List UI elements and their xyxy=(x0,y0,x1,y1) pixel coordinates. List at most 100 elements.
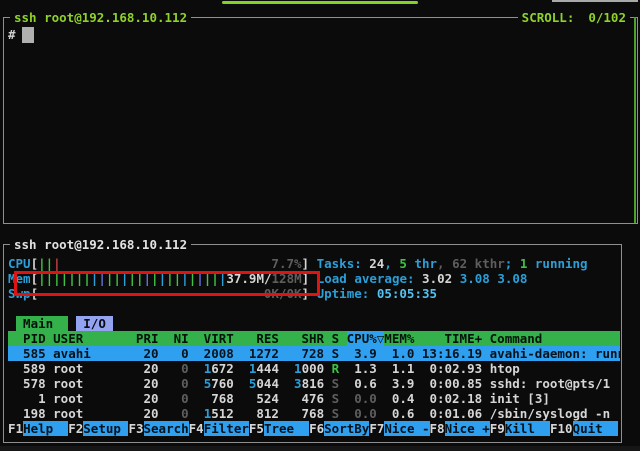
text-segment: 3 xyxy=(294,376,302,391)
fkey-setup-button[interactable]: Setup xyxy=(83,421,128,436)
text-segment: running xyxy=(527,256,587,271)
cpu-meter-label: CPU xyxy=(8,256,31,271)
text-segment xyxy=(61,256,272,271)
screen-tabs: Main I/O xyxy=(8,316,620,331)
kernel-thread-count: , 62 kthr xyxy=(437,256,505,271)
scroll-label: SCROLL: xyxy=(522,10,575,25)
text-segment: 0.0 xyxy=(354,391,377,406)
text-segment: 512 812 768 xyxy=(211,406,331,421)
text-segment: 1.3 1.1 0:02.93 htop xyxy=(339,361,520,376)
fkey-kill-button[interactable]: Kill xyxy=(505,421,550,436)
column-headers-right: MEM% TIME+ Command xyxy=(384,331,542,346)
fkey-filter-button[interactable]: Filter xyxy=(204,421,249,436)
text-segment: 760 xyxy=(211,376,249,391)
load-5-15min: 3.08 3.08 xyxy=(460,271,528,286)
cpu-meter-row: CPU[||| 7.7%] Tasks: 24, 5 thr, 62 kthr;… xyxy=(8,256,620,271)
bottom-pane-title: ssh root@192.168.10.112 xyxy=(10,237,191,252)
text-segment xyxy=(189,361,204,376)
fkey-f5[interactable]: F5 xyxy=(249,421,264,436)
top-window-edge-green xyxy=(222,1,418,4)
text-segment: ; xyxy=(505,256,520,271)
text-segment: 0.0 xyxy=(354,406,377,421)
process-row[interactable]: 589 root 20 0 1672 1444 1000 R 1.3 1.1 0… xyxy=(8,361,620,376)
top-pane-title: ssh root@192.168.10.112 xyxy=(10,10,191,25)
fkey-search-button[interactable]: Search xyxy=(144,421,189,436)
text-segment xyxy=(68,316,76,331)
text-segment: 1 xyxy=(294,361,302,376)
fkey-f8[interactable]: F8 xyxy=(430,421,445,436)
tab-io[interactable]: I/O xyxy=(76,316,114,331)
text-segment xyxy=(189,406,204,421)
text-segment: 0.6 0:01.06 /sbin/syslogd -n xyxy=(377,406,610,421)
text-segment: 816 xyxy=(302,376,332,391)
text-segment: thr xyxy=(407,256,437,271)
fkey-tree-button[interactable]: Tree xyxy=(264,421,309,436)
fkey-f2[interactable]: F2 xyxy=(68,421,83,436)
tab-main[interactable]: Main xyxy=(16,316,69,331)
top-window-edge-gray xyxy=(552,0,638,2)
sort-column-cpu[interactable]: CPU%▽ xyxy=(347,331,385,346)
text-segment: , xyxy=(384,256,399,271)
text-segment: 0.6 3.9 0:00.85 sshd: root@pts/1 xyxy=(339,376,610,391)
fkey-quit-button[interactable]: Quit xyxy=(573,421,618,436)
text-segment: 444 xyxy=(256,361,294,376)
tasks-count: 24 xyxy=(369,256,384,271)
function-key-bar: F1Help F2Setup F3SearchF4FilterF5Tree F6… xyxy=(8,421,620,436)
blank-row xyxy=(8,301,620,316)
text-segment: 589 root 20 xyxy=(8,361,166,376)
cpu-percent-value: 7.7% xyxy=(271,256,301,271)
text-segment xyxy=(339,406,354,421)
text-segment xyxy=(339,391,354,406)
text-segment: 044 xyxy=(256,376,294,391)
text-segment: [ xyxy=(31,256,39,271)
process-table-header[interactable]: PID USER PRI NI VIRT RES SHR S CPU%▽MEM%… xyxy=(8,331,620,346)
text-segment: ] xyxy=(302,256,317,271)
fkey-f1[interactable]: F1 xyxy=(8,421,23,436)
text-segment: 0.4 0:02.18 init [3] xyxy=(377,391,550,406)
scroll-indicator: SCROLL: 0/102 xyxy=(518,10,630,25)
fkey-f3[interactable]: F3 xyxy=(128,421,143,436)
text-segment: 0 xyxy=(166,406,189,421)
process-row[interactable]: 198 root 20 0 1512 812 768 S 0.0 0.6 0:0… xyxy=(8,406,620,421)
fkey-nice-plus-button[interactable]: Nice + xyxy=(445,421,490,436)
thread-count: 5 xyxy=(399,256,407,271)
fkey-f4[interactable]: F4 xyxy=(189,421,204,436)
uptime-label: Uptime: xyxy=(317,286,377,301)
column-headers: PID USER PRI NI VIRT RES SHR S xyxy=(8,331,347,346)
text-segment xyxy=(8,316,16,331)
text-segment: 0 xyxy=(166,361,189,376)
top-terminal-pane[interactable] xyxy=(3,17,638,224)
text-segment: || xyxy=(38,256,53,271)
shell-prompt[interactable]: # xyxy=(8,27,16,43)
fkey-nice-minus-button[interactable]: Nice - xyxy=(384,421,429,436)
annotation-box-mem-meter xyxy=(14,271,320,296)
text-segment: 768 524 476 xyxy=(189,391,332,406)
fkey-sortby-button[interactable]: SortBy xyxy=(324,421,369,436)
fkey-f9[interactable]: F9 xyxy=(490,421,505,436)
fkey-f7[interactable]: F7 xyxy=(369,421,384,436)
text-segment: 578 root 20 xyxy=(8,376,166,391)
fkey-f6[interactable]: F6 xyxy=(309,421,324,436)
text-segment xyxy=(189,376,204,391)
tasks-label: Tasks: xyxy=(317,256,370,271)
uptime-value: 05:05:35 xyxy=(377,286,437,301)
text-segment: 000 xyxy=(302,361,332,376)
process-row-selected[interactable]: 585 avahi 20 0 2008 1272 728 S 3.9 1.0 1… xyxy=(8,346,620,361)
process-row[interactable]: 1 root 20 0 768 524 476 S 0.0 0.4 0:02.1… xyxy=(8,391,620,406)
fkey-f10[interactable]: F10 xyxy=(550,421,573,436)
process-row[interactable]: 578 root 20 0 5760 5044 3816 S 0.6 3.9 0… xyxy=(8,376,620,391)
process-row-585-text: 585 avahi 20 0 2008 1272 728 S 3.9 1.0 1… xyxy=(8,346,620,361)
bottom-screen-edge xyxy=(0,446,640,451)
text-segment: 1 root 20 xyxy=(8,391,166,406)
scroll-value: 0/102 xyxy=(588,10,626,25)
active-pane-border xyxy=(634,17,636,223)
text-segment: 198 root 20 xyxy=(8,406,166,421)
text-segment: 0 xyxy=(166,391,189,406)
fkey-help-button[interactable]: Help xyxy=(23,421,68,436)
load-1min: 3.02 xyxy=(422,271,460,286)
text-segment: | xyxy=(53,256,61,271)
text-segment: 0 xyxy=(166,376,189,391)
text-segment: 672 xyxy=(211,361,249,376)
load-average-label: Load average: xyxy=(317,271,422,286)
terminal-window: ssh root@192.168.10.112 SCROLL: 0/102 # s… xyxy=(0,0,640,451)
